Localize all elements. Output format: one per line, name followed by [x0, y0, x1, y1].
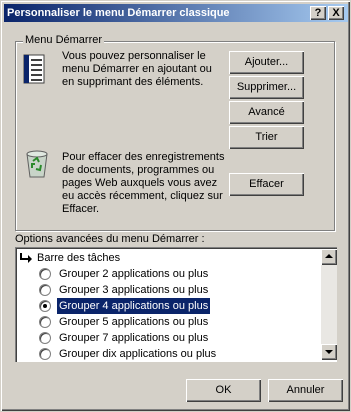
radio-button[interactable] [39, 268, 51, 280]
list-item-selected[interactable]: Grouper 4 applications ou plus [39, 298, 329, 314]
dialog-window: Personnaliser le menu Démarrer classique… [0, 0, 351, 412]
customize-text-line-2: menu Démarrer en ajoutant ou [62, 63, 212, 75]
clear-text-line-2: de documents, programmes ou [62, 164, 215, 176]
clear-text-line-5: Effacer. [62, 203, 100, 215]
radio-button-checked[interactable] [39, 300, 51, 312]
menu-group-title: Menu Démarrer [23, 34, 105, 46]
cancel-button[interactable]: Annuler [268, 379, 343, 402]
help-button[interactable]: ? [310, 6, 326, 20]
advanced-options-label: Options avancées du menu Démarrer : [15, 233, 205, 245]
close-icon: X [332, 7, 340, 19]
vertical-scrollbar[interactable] [321, 249, 337, 360]
advanced-options-list[interactable]: Barre des tâches Grouper 2 applications … [15, 247, 337, 362]
advanced-button[interactable]: Avancé [229, 101, 304, 124]
list-item[interactable]: Grouper 3 applications ou plus [39, 282, 329, 298]
radio-button[interactable] [39, 284, 51, 296]
customize-text-line-3: en supprimant des éléments. [62, 76, 204, 88]
customize-text-line-1: Vous pouvez personnaliser le [62, 50, 206, 62]
up-arrow-icon [325, 254, 333, 258]
clear-text-line-4: eu accès récemment, cliquez sur [62, 190, 223, 202]
scroll-up-button[interactable] [321, 249, 337, 265]
title-bar: Personnaliser le menu Démarrer classique… [4, 4, 348, 22]
list-item[interactable]: Grouper dix applications ou plus [39, 346, 329, 362]
add-button[interactable]: Ajouter... [229, 51, 304, 74]
close-button[interactable]: X [328, 6, 344, 20]
taskbar-header-label: Barre des tâches [37, 252, 121, 264]
clear-text-line-3: pages Web auxquels vous avez [62, 177, 218, 189]
list-item[interactable]: Grouper 5 applications ou plus [39, 314, 329, 330]
start-menu-icon [23, 54, 45, 84]
scroll-down-button[interactable] [321, 344, 337, 360]
radio-button[interactable] [39, 316, 51, 328]
ok-button[interactable]: OK [186, 379, 261, 402]
clear-text-line-1: Pour effacer des enregistrements [62, 151, 225, 163]
clear-button[interactable]: Effacer [229, 173, 304, 196]
list-item[interactable]: Grouper 2 applications ou plus [39, 266, 329, 282]
taskbar-arrow-icon [20, 253, 32, 263]
sort-button[interactable]: Trier [229, 126, 304, 149]
down-arrow-icon [325, 350, 333, 354]
list-item[interactable]: Grouper 7 applications ou plus [39, 330, 329, 346]
window-title: Personnaliser le menu Démarrer classique [7, 7, 230, 19]
remove-button[interactable]: Supprimer... [229, 76, 304, 99]
radio-button[interactable] [39, 332, 51, 344]
radio-button[interactable] [39, 348, 51, 360]
recycle-bin-icon [26, 150, 48, 178]
